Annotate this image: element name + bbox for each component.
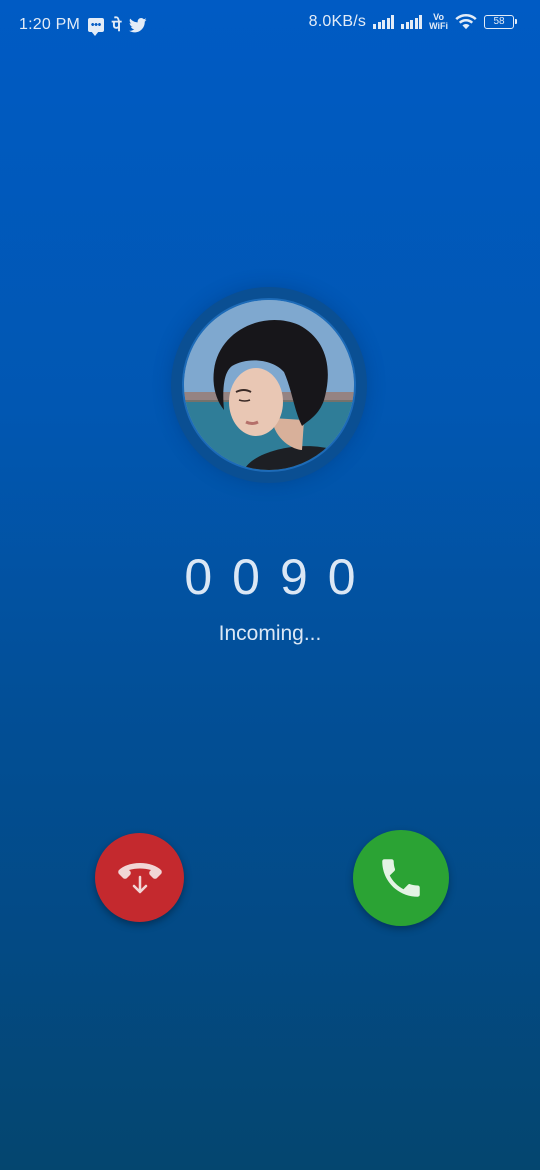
signal-bars-icon xyxy=(373,15,395,29)
caller-avatar xyxy=(182,298,356,472)
vowifi-bottom-label: WiFi xyxy=(429,21,448,31)
decline-button[interactable] xyxy=(95,833,184,922)
signal-bars-icon xyxy=(401,15,423,29)
twitter-icon xyxy=(129,17,147,32)
network-speed: 8.0KB/s xyxy=(308,13,367,30)
message-icon xyxy=(88,18,104,36)
accept-button[interactable] xyxy=(353,830,449,926)
vowifi-icon: Vo WiFi xyxy=(429,13,448,31)
status-bar-right: 8.0KB/s Vo WiFi 58 xyxy=(308,13,517,31)
call-status: Incoming... xyxy=(218,622,322,645)
caller-number: 0090 xyxy=(184,549,376,605)
phone-icon xyxy=(382,859,420,897)
paytm-glyph-icon: पे xyxy=(112,18,122,35)
incoming-call-screen: 1:20 PM पे 8.0KB/s Vo WiFi 58 0090 Incom… xyxy=(0,0,540,1170)
status-time: 1:20 PM xyxy=(19,16,80,33)
battery-icon: 58 xyxy=(484,15,517,29)
battery-level: 58 xyxy=(493,16,505,27)
status-bar: 1:20 PM पे 8.0KB/s Vo WiFi 58 xyxy=(0,0,540,48)
status-bar-left: 1:20 PM पे xyxy=(19,14,147,36)
wifi-icon xyxy=(455,14,477,30)
hangup-icon xyxy=(117,862,162,893)
caller-photo xyxy=(184,300,354,470)
